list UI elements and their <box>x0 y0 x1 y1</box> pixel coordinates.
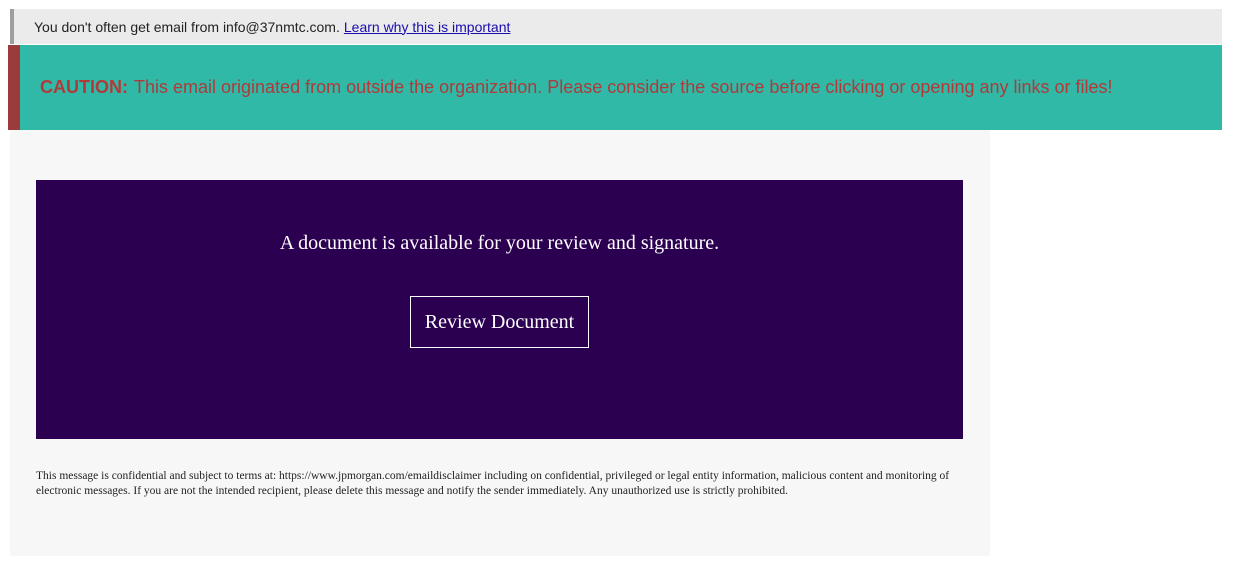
caution-message: This email originated from outside the o… <box>134 77 1113 97</box>
document-available-message: A document is available for your review … <box>279 232 720 254</box>
review-document-button[interactable]: Review Document <box>409 296 590 348</box>
email-body: A document is available for your review … <box>10 130 990 556</box>
caution-banner: CAUTION: This email originated from outs… <box>8 45 1222 130</box>
document-hero-panel: A document is available for your review … <box>36 180 963 439</box>
sender-notice-text: You don't often get email from info@37nm… <box>34 18 340 35</box>
sender-notice-bar: You don't often get email from info@37nm… <box>10 9 1222 44</box>
caution-label: CAUTION: <box>40 77 128 97</box>
learn-why-link[interactable]: Learn why this is important <box>344 19 511 35</box>
confidentiality-disclaimer: This message is confidential and subject… <box>36 470 950 497</box>
email-view: You don't often get email from info@37nm… <box>0 0 1240 587</box>
